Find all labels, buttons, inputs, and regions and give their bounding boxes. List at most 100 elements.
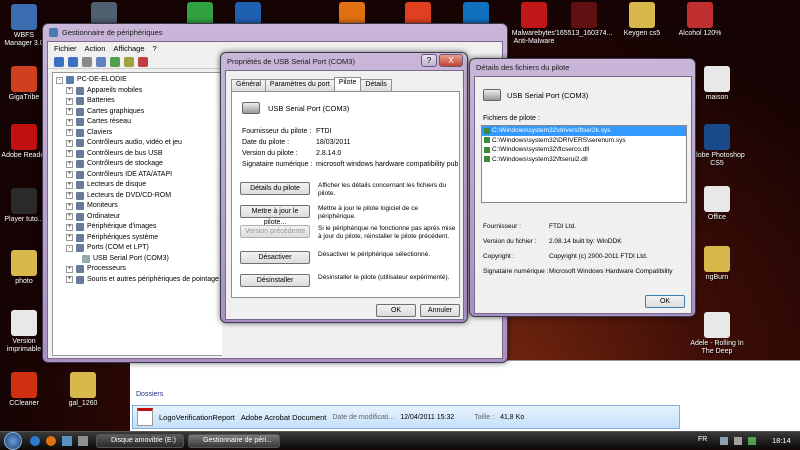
- task-device-manager[interactable]: Gestionnaire de péri...: [188, 434, 280, 448]
- expand-icon[interactable]: +: [66, 223, 73, 231]
- tree-category[interactable]: + Lecteurs de disque: [56, 180, 219, 191]
- tree-category[interactable]: - Ports (COM et LPT): [56, 243, 219, 254]
- desktop-icon[interactable]: Adele - Rolling In The Deep: [684, 312, 750, 356]
- explorer-file-row[interactable]: LogoVerificationReport Adobe Acrobat Doc…: [132, 405, 680, 429]
- driver-file-item[interactable]: C:\Windows\system32\DRIVERS\serenum.sys: [482, 136, 686, 146]
- expand-icon[interactable]: +: [66, 181, 73, 189]
- expand-icon[interactable]: +: [66, 139, 73, 147]
- tree-category[interactable]: + Processeurs: [56, 264, 219, 275]
- tray-network-icon[interactable]: [720, 437, 728, 445]
- expand-icon[interactable]: +: [66, 150, 73, 158]
- expand-icon[interactable]: +: [66, 160, 73, 168]
- tree-category[interactable]: + Contrôleurs audio, vidéo et jeu: [56, 138, 219, 149]
- back-icon[interactable]: [54, 56, 64, 67]
- expand-icon[interactable]: +: [66, 97, 73, 105]
- expand-icon[interactable]: +: [66, 213, 73, 221]
- menu-item[interactable]: Fichier: [54, 44, 77, 53]
- driver-action-button[interactable]: Mettre à jour le pilote...: [240, 205, 310, 226]
- tree-category[interactable]: + Batteries: [56, 96, 219, 107]
- tray-volume-icon[interactable]: [734, 437, 742, 445]
- tree-device-item[interactable]: USB Serial Port (COM3): [56, 254, 219, 265]
- desktop-icon[interactable]: WBFS Manager 3.0: [0, 4, 48, 48]
- menu-item[interactable]: Action: [85, 44, 106, 53]
- quicklaunch-desktop-icon[interactable]: [62, 436, 72, 446]
- tree-category[interactable]: + Moniteurs: [56, 201, 219, 212]
- tab-0[interactable]: Général: [231, 79, 266, 91]
- scan-icon[interactable]: [110, 56, 120, 67]
- desktop-icon[interactable]: Version imprimable: [0, 310, 48, 354]
- device-manager-titlebar[interactable]: Gestionnaire de périphériques: [43, 24, 507, 41]
- tree-root[interactable]: - PC-DE-ELODIE: [56, 75, 219, 86]
- tree-category[interactable]: + Appareils mobiles: [56, 86, 219, 97]
- uninstall-icon[interactable]: [138, 56, 148, 67]
- cancel-button[interactable]: Annuler: [420, 304, 460, 317]
- ok-button[interactable]: OK: [376, 304, 416, 317]
- device-tree[interactable]: - PC-DE-ELODIE + Appareils mobiles + Batter…: [52, 72, 222, 356]
- expand-icon[interactable]: +: [66, 108, 73, 116]
- driver-details-titlebar[interactable]: Détails des fichiers du pilote: [470, 59, 695, 76]
- desktop-icon[interactable]: Player tuto...: [0, 188, 48, 224]
- tree-category[interactable]: + Claviers: [56, 128, 219, 139]
- collapse-icon[interactable]: -: [56, 76, 63, 84]
- driver-file-item[interactable]: C:\Windows\system32\ftserui2.dll: [482, 155, 686, 165]
- desktop-icon[interactable]: Malwarebytes' Anti-Malware: [506, 2, 562, 46]
- mp4-icon: [704, 312, 730, 338]
- expand-icon[interactable]: +: [66, 202, 73, 210]
- expand-icon[interactable]: +: [66, 265, 73, 273]
- close-button[interactable]: X: [439, 54, 463, 67]
- expand-icon[interactable]: +: [66, 129, 73, 137]
- collapse-icon[interactable]: -: [66, 244, 73, 252]
- tab-1[interactable]: Paramètres du port: [264, 79, 335, 91]
- forward-icon[interactable]: [68, 56, 78, 67]
- tree-category[interactable]: + Souris et autres périphériques de point…: [56, 275, 219, 286]
- driver-action-button[interactable]: Version précédente: [240, 225, 310, 238]
- menu-item[interactable]: Affichage: [113, 44, 144, 53]
- clock[interactable]: 18:14: [772, 436, 791, 445]
- tree-category[interactable]: + Contrôleurs IDE ATA/ATAPI: [56, 170, 219, 181]
- expand-icon[interactable]: +: [66, 87, 73, 95]
- tree-category[interactable]: + Contrôleurs de stockage: [56, 159, 219, 170]
- desktop-icon[interactable]: GigaTribe: [0, 66, 48, 102]
- expand-icon[interactable]: +: [66, 192, 73, 200]
- driver-action-button[interactable]: Désinstaller: [240, 274, 310, 287]
- ok-button[interactable]: OK: [645, 295, 685, 308]
- expand-icon[interactable]: +: [66, 234, 73, 242]
- update-driver-icon[interactable]: [124, 56, 134, 67]
- tree-category[interactable]: + Périphériques système: [56, 233, 219, 244]
- desktop-icon[interactable]: photo: [0, 250, 48, 286]
- desktop-icon[interactable]: Adobe Reader: [0, 124, 48, 160]
- desktop-icon[interactable]: CCleaner: [0, 372, 48, 408]
- driver-action-button[interactable]: Désactiver: [240, 251, 310, 264]
- tree-category[interactable]: + Cartes réseau: [56, 117, 219, 128]
- language-indicator[interactable]: FR: [698, 436, 707, 443]
- tree-category[interactable]: + Ordinateur: [56, 212, 219, 223]
- expand-icon[interactable]: +: [66, 171, 73, 179]
- driver-files-list[interactable]: C:\Windows\system32\drivers\ftser2k.sys C…: [481, 125, 687, 203]
- expand-icon[interactable]: +: [66, 276, 73, 284]
- tree-category[interactable]: + Cartes graphiques: [56, 107, 219, 118]
- help-icon[interactable]: [96, 56, 106, 67]
- tree-category[interactable]: + Périphérique d'images: [56, 222, 219, 233]
- explorer-nav-label[interactable]: Dossiers: [136, 391, 163, 398]
- driver-action-button[interactable]: Détails du pilote: [240, 182, 310, 195]
- expand-icon[interactable]: +: [66, 118, 73, 126]
- task-removable-disk[interactable]: Disque amovible (E:): [96, 434, 184, 448]
- tab-2[interactable]: Pilote: [333, 77, 362, 89]
- desktop-icon[interactable]: Keygen cs5: [614, 2, 670, 38]
- tree-category[interactable]: + Lecteurs de DVD/CD-ROM: [56, 191, 219, 202]
- tray-safe-remove-icon[interactable]: [748, 437, 756, 445]
- quicklaunch-firefox-icon[interactable]: [46, 436, 56, 446]
- properties-icon[interactable]: [82, 56, 92, 67]
- quicklaunch-ie-icon[interactable]: [30, 436, 40, 446]
- driver-file-item[interactable]: C:\Windows\system32\drivers\ftser2k.sys: [482, 126, 686, 136]
- desktop-icon[interactable]: 165513_160374...: [556, 2, 612, 38]
- tab-3[interactable]: Détails: [360, 79, 392, 91]
- menu-item[interactable]: ?: [153, 44, 157, 53]
- desktop-icon-gal[interactable]: gal_1260: [58, 372, 108, 408]
- help-button[interactable]: ?: [421, 54, 437, 67]
- quicklaunch-app-icon[interactable]: [78, 436, 88, 446]
- driver-file-item[interactable]: C:\Windows\system32\ftcserco.dll: [482, 145, 686, 155]
- desktop-icon[interactable]: Alcohol 120%: [672, 2, 728, 38]
- tree-category[interactable]: + Contrôleurs de bus USB: [56, 149, 219, 160]
- start-button[interactable]: [4, 432, 22, 450]
